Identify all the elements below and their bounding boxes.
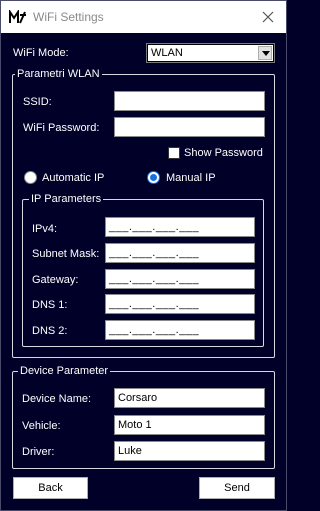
send-button[interactable]: Send	[199, 477, 275, 499]
wifi-settings-window: WiFi Settings WiFi Mode: WLAN Parametri …	[0, 0, 287, 511]
window-title: WiFi Settings	[33, 10, 104, 24]
gateway-label: Gateway:	[32, 274, 79, 286]
driver-input[interactable]: Luke	[114, 441, 265, 461]
driver-label: Driver:	[22, 446, 55, 458]
wifi-mode-select[interactable]: WLAN	[146, 43, 275, 63]
close-icon[interactable]	[260, 9, 276, 25]
vehicle-label: Vehicle:	[22, 420, 61, 432]
device-name-label: Device Name:	[22, 393, 92, 405]
wifi-password-input[interactable]	[114, 117, 265, 137]
automatic-ip-radio[interactable]	[24, 171, 37, 184]
subnet-mask-mask: ___.___.___.___	[109, 247, 200, 259]
wifi-mode-value: WLAN	[151, 47, 183, 59]
ip-group-title: IP Parameters	[29, 193, 104, 205]
dns1-input[interactable]: ___.___.___.___	[105, 294, 255, 314]
wifi-password-label: WiFi Password:	[23, 122, 100, 134]
automatic-ip-label: Automatic IP	[42, 172, 105, 184]
dns2-label: DNS 2:	[32, 325, 68, 337]
ipv4-input[interactable]: ___.___.___.___	[105, 217, 255, 237]
device-group-title: Device Parameter	[18, 365, 111, 377]
dns2-mask: ___.___.___.___	[109, 324, 200, 336]
manual-ip-radio[interactable]	[147, 171, 160, 184]
ipv4-label: IPv4:	[32, 223, 58, 235]
subnet-mask-label: Subnet Mask:	[32, 248, 100, 260]
chevron-down-icon[interactable]	[258, 46, 272, 60]
wifi-mode-label: WiFi Mode:	[13, 47, 69, 59]
gateway-input[interactable]: ___.___.___.___	[105, 269, 255, 289]
app-logo-icon	[9, 10, 26, 24]
wlan-group-title: Parametri WLAN	[15, 68, 102, 80]
dns1-mask: ___.___.___.___	[109, 298, 200, 310]
dns2-input[interactable]: ___.___.___.___	[105, 320, 255, 340]
subnet-mask-input[interactable]: ___.___.___.___	[105, 243, 255, 263]
ssid-input[interactable]	[114, 91, 265, 111]
dns1-label: DNS 1:	[32, 299, 68, 311]
vehicle-input[interactable]: Moto 1	[114, 415, 265, 435]
gateway-mask: ___.___.___.___	[109, 273, 200, 285]
show-password-label: Show Password	[184, 147, 263, 159]
ipv4-mask: ___.___.___.___	[109, 221, 200, 233]
device-name-input[interactable]: Corsaro	[114, 388, 265, 408]
title-bar: WiFi Settings	[1, 1, 286, 33]
manual-ip-label: Manual IP	[166, 172, 216, 184]
back-button[interactable]: Back	[13, 477, 88, 499]
show-password-checkbox[interactable]	[168, 147, 180, 159]
ssid-label: SSID:	[23, 96, 52, 108]
